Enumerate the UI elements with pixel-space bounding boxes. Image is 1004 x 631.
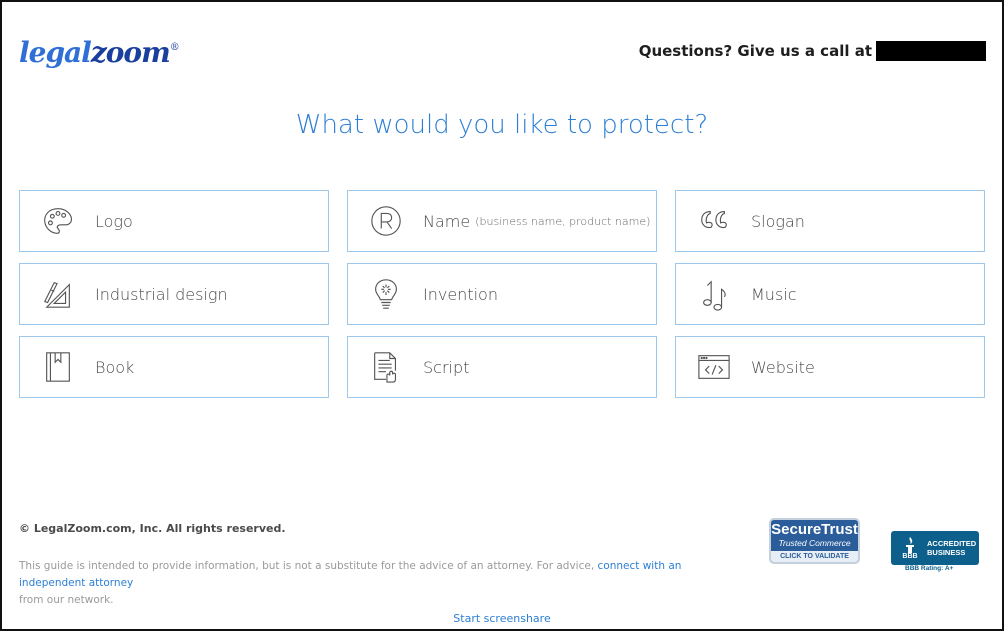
securetrust-validate: CLICK TO VALIDATE <box>771 551 858 562</box>
option-name-sublabel: (business name, product name) <box>475 214 651 228</box>
script-document-icon <box>368 349 404 385</box>
option-website[interactable]: Website <box>675 336 985 398</box>
option-script-label: Script <box>423 357 470 377</box>
call-text: Questions? Give us a call at <box>638 42 872 60</box>
start-screenshare-link[interactable]: Start screenshare <box>0 612 1004 625</box>
phone-callout: Questions? Give us a call at <box>639 41 986 61</box>
option-book[interactable]: Book <box>19 336 329 398</box>
logo-zoom-text: zoom <box>90 36 171 69</box>
redacted-phone-number <box>876 41 986 61</box>
protection-options-grid: Logo Name (business name, product name) … <box>19 190 985 398</box>
option-slogan-label: Slogan <box>751 211 805 231</box>
book-icon <box>40 349 76 385</box>
option-invention-label: Invention <box>423 284 498 304</box>
option-industrial-design[interactable]: Industrial design <box>19 263 329 325</box>
registered-trademark-icon <box>368 203 404 239</box>
bbb-rating: BBB Rating: A+ <box>905 565 954 572</box>
option-invention[interactable]: Invention <box>347 263 657 325</box>
disclaimer-text-end: from our network. <box>19 594 114 606</box>
bbb-accredited-badge[interactable]: BBB ACCREDITED BUSINESS <box>891 531 979 565</box>
securetrust-title: SecureTrust <box>771 521 858 538</box>
disclaimer-text: This guide is intended to provide inform… <box>19 560 595 572</box>
option-industrial-design-label: Industrial design <box>95 284 228 304</box>
music-notes-icon <box>696 276 732 312</box>
bbb-mark-text: BBB <box>902 552 918 560</box>
option-website-label: Website <box>751 357 815 377</box>
registered-mark: ® <box>169 42 180 53</box>
option-music[interactable]: Music <box>675 263 985 325</box>
bbb-business-text: BUSINESS <box>927 548 966 557</box>
option-slogan[interactable]: Slogan <box>675 190 985 252</box>
page-title: What would you like to protect? <box>295 110 709 140</box>
securetrust-subtitle: Trusted Commerce <box>778 538 851 548</box>
option-logo[interactable]: Logo <box>19 190 329 252</box>
palette-icon <box>40 203 76 239</box>
copyright-text: © LegalZoom.com, Inc. All rights reserve… <box>19 522 286 535</box>
logo-legal-text: legal <box>19 36 92 69</box>
legal-disclaimer: This guide is intended to provide inform… <box>19 558 739 609</box>
lightbulb-icon <box>368 276 404 312</box>
drafting-triangle-icon <box>40 276 76 312</box>
option-book-label: Book <box>95 357 135 377</box>
option-music-label: Music <box>751 284 797 304</box>
quote-icon <box>696 203 732 239</box>
bbb-accredited-text: ACCREDITED <box>927 539 977 548</box>
option-script[interactable]: Script <box>347 336 657 398</box>
browser-code-icon <box>696 349 732 385</box>
option-name[interactable]: Name (business name, product name) <box>347 190 657 252</box>
bbb-torch-icon: BBB <box>897 536 923 560</box>
legalzoom-logo[interactable]: legalzoom® <box>19 36 180 69</box>
option-name-label: Name <box>423 211 471 231</box>
option-logo-label: Logo <box>95 211 133 231</box>
securetrust-badge[interactable]: SecureTrust Trusted Commerce CLICK TO VA… <box>769 518 860 564</box>
